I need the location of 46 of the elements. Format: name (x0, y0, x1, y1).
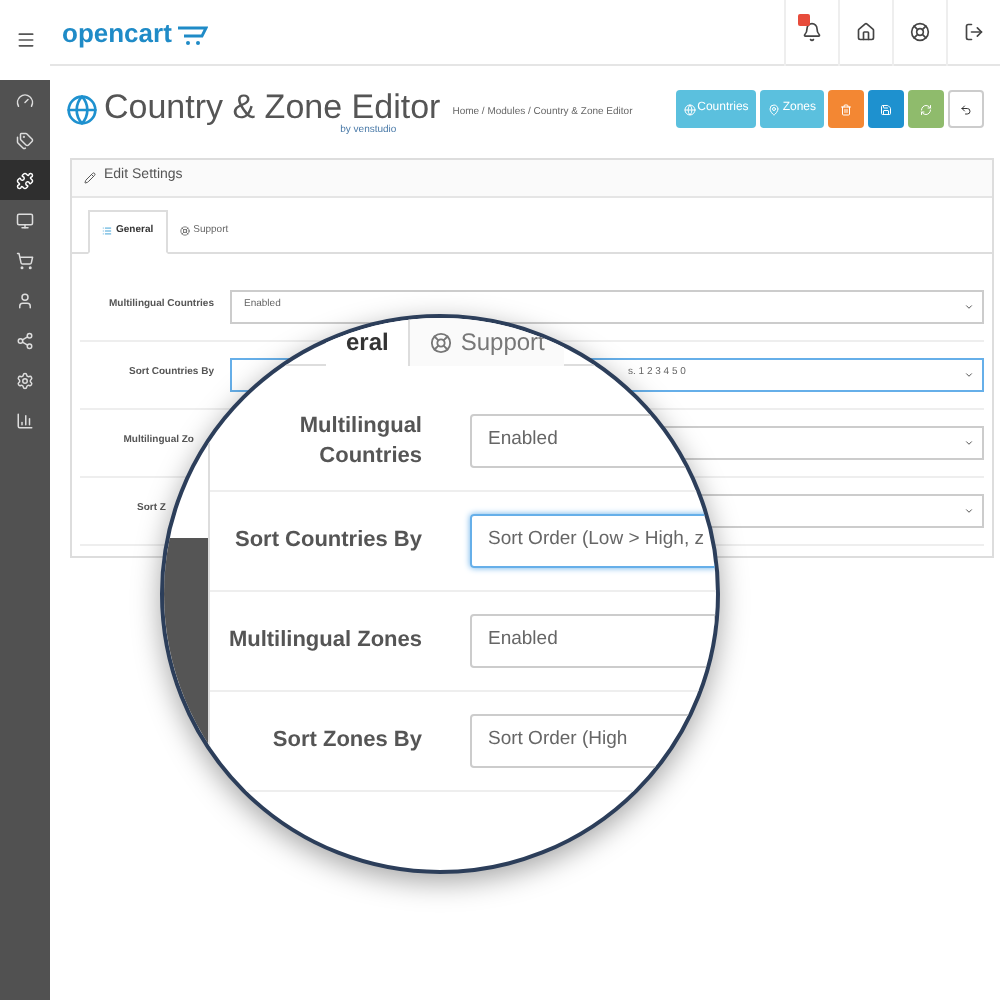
tab[interactable]: eral (326, 318, 411, 366)
monitor-icon (16, 211, 34, 229)
lifebuoy-icon (179, 226, 190, 236)
list-icon (102, 226, 112, 236)
field-label: Sort Zones By (270, 726, 422, 756)
menu-icon[interactable] (15, 30, 35, 50)
refresh-icon (920, 103, 932, 115)
action-button[interactable] (868, 90, 904, 128)
field-value: Sort Order (Low > High, z (488, 526, 704, 555)
lifebuoy-icon (430, 331, 453, 353)
caret-icon (964, 437, 974, 447)
field-label: Multilingual Zones (226, 626, 422, 656)
page-title: Country & Zone Editor (104, 90, 441, 124)
cart-logo-icon (175, 25, 208, 45)
map-pin-icon (768, 103, 781, 115)
select-field[interactable]: Sort Order (Low > High, z (470, 514, 716, 568)
caret-icon (964, 369, 974, 379)
home-icon[interactable] (856, 22, 876, 42)
trash-icon (840, 103, 852, 115)
tags-icon (16, 131, 34, 149)
globe-icon (66, 94, 98, 126)
user-icon (16, 291, 34, 309)
field-value: Enabled (488, 626, 558, 655)
field-label: Sort Countries By (232, 526, 422, 556)
gauge-icon (16, 91, 34, 109)
logo[interactable]: opencart (62, 19, 172, 45)
lifebuoy-icon[interactable] (910, 22, 930, 42)
field-value: Enabled (488, 426, 558, 455)
caret-icon (964, 505, 974, 515)
tab[interactable]: Support (410, 318, 565, 366)
logout-icon[interactable] (964, 22, 984, 42)
select-field[interactable]: Enabled (470, 614, 716, 668)
globe-icon (683, 103, 696, 115)
caret-icon (964, 301, 974, 311)
field-label: Multilingual Countries (297, 412, 422, 470)
bar-chart-icon (16, 411, 34, 429)
sidebar-item[interactable] (0, 160, 50, 200)
cart-icon (16, 251, 34, 269)
pencil-icon (84, 171, 96, 183)
settings-icon (16, 371, 34, 389)
puzzle-icon (16, 171, 34, 189)
share-icon (16, 331, 34, 349)
back-icon (960, 103, 972, 115)
bell-icon[interactable] (802, 22, 822, 42)
field-value: Sort Order (High (488, 726, 628, 755)
save-icon (880, 103, 892, 115)
